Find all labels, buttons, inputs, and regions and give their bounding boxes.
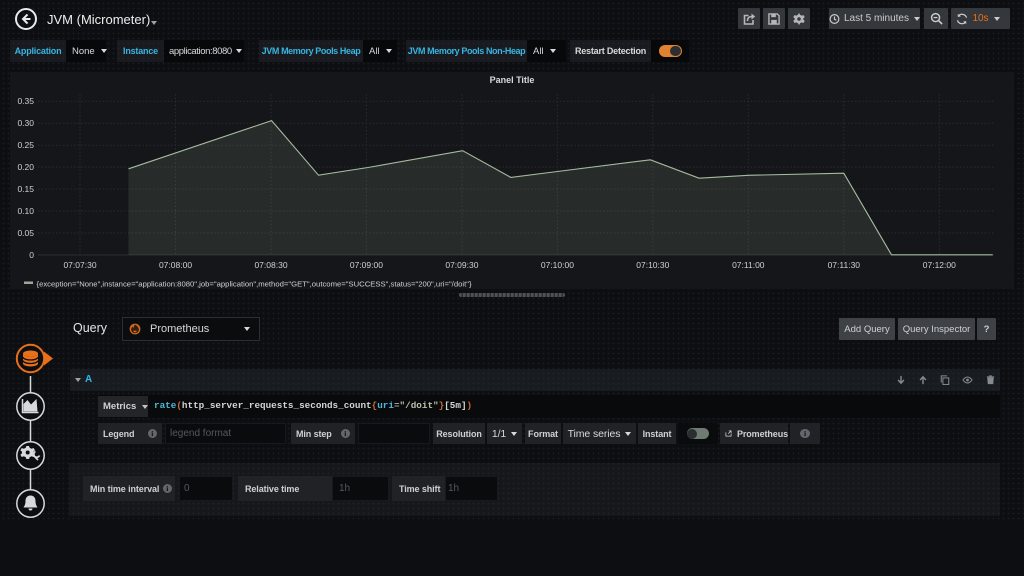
svg-text:0.20: 0.20 (17, 162, 34, 172)
svg-text:0.15: 0.15 (17, 184, 34, 194)
svg-text:{exception="None",instance="ap: {exception="None",instance="application:… (37, 280, 472, 289)
svg-text:0: 0 (29, 250, 34, 260)
svg-text:07:11:30: 07:11:30 (828, 260, 861, 270)
svg-text:07:08:00: 07:08:00 (159, 260, 192, 270)
svg-text:0.30: 0.30 (17, 118, 34, 128)
svg-text:0.35: 0.35 (17, 96, 34, 106)
svg-text:0.10: 0.10 (17, 206, 34, 216)
svg-text:07:09:00: 07:09:00 (350, 260, 383, 270)
svg-text:07:07:30: 07:07:30 (63, 260, 96, 270)
svg-text:07:11:00: 07:11:00 (732, 260, 765, 270)
svg-text:07:10:30: 07:10:30 (636, 260, 669, 270)
svg-text:0.05: 0.05 (17, 228, 34, 238)
svg-text:07:09:30: 07:09:30 (445, 260, 478, 270)
svg-text:07:10:00: 07:10:00 (541, 260, 574, 270)
svg-text:0.25: 0.25 (17, 140, 34, 150)
svg-text:07:08:30: 07:08:30 (254, 260, 287, 270)
svg-text:07:12:00: 07:12:00 (923, 260, 956, 270)
